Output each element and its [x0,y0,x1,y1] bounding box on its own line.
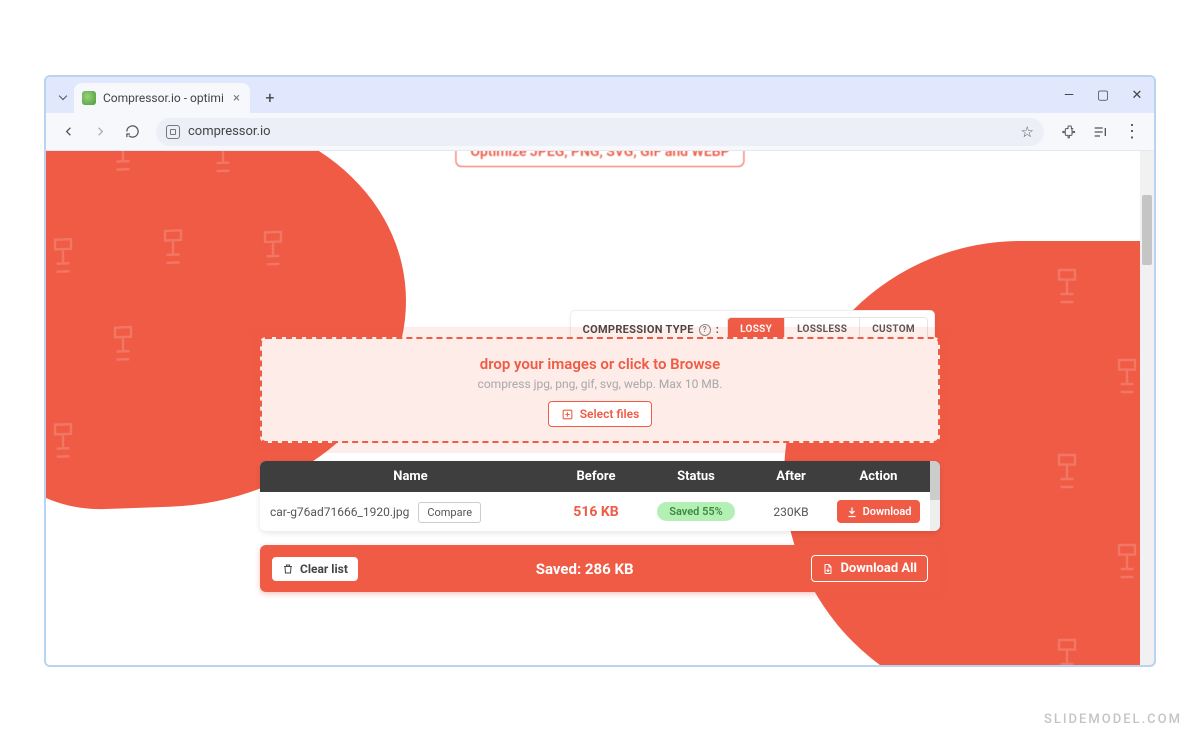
new-tab-button[interactable]: + [260,87,280,107]
th-before: Before [551,469,641,484]
file-download-icon [822,563,834,575]
bookmark-star-icon[interactable]: ☆ [1021,123,1034,141]
site-info-icon[interactable] [166,125,180,139]
dropzone-headline: drop your images or click to Browse [282,355,918,373]
window-controls: — ▢ ✕ [1052,77,1154,113]
dropzone[interactable]: drop your images or click to Browse comp… [260,337,940,443]
th-status: Status [641,469,751,484]
cell-before: 516 KB [551,504,641,520]
compression-type-label: COMPRESSION TYPE ? : [583,323,720,336]
status-badge: Saved 55% [657,502,735,521]
clear-list-button[interactable]: Clear list [272,557,358,581]
tab-title: Compressor.io - optimize and c [103,91,223,105]
minimize-icon[interactable]: — [1052,77,1086,113]
footer-bar: Clear list Saved: 286 KB Download All [260,545,940,592]
hero-subtitle: Optimize JPEG, PNG, SVG, GIF and WEBP [455,151,744,167]
select-files-button[interactable]: Select files [548,401,653,427]
results-table: Name Before Status After Action car-g76a… [260,461,940,531]
th-after: After [751,469,831,484]
main-card: drop your images or click to Browse comp… [260,337,940,592]
table-header: Name Before Status After Action [260,461,940,492]
search-tabs-chevron-icon[interactable] [59,92,67,100]
close-tab-icon[interactable]: × [233,91,240,106]
scrollbar-thumb[interactable] [1142,195,1152,265]
upload-icon [561,408,574,421]
table-scrollbar[interactable] [930,461,940,531]
url-text: compressor.io [188,124,271,139]
saved-summary: Saved: 286 KB [358,560,812,578]
maximize-icon[interactable]: ▢ [1086,77,1120,113]
cell-action: Download [831,500,926,523]
download-button[interactable]: Download [837,500,921,523]
table-row: car-g76ad71666_1920.jpg Compare 516 KB S… [260,492,940,531]
help-icon[interactable]: ? [699,324,711,336]
watermark: SLIDEMODEL.COM [1044,712,1182,727]
dropzone-subline: compress jpg, png, gif, svg, webp. Max 1… [282,377,918,391]
reload-button[interactable] [118,118,146,146]
back-button[interactable] [54,118,82,146]
trash-icon [282,563,294,575]
browser-toolbar: compressor.io ☆ ⋮ [46,113,1154,151]
page-viewport: Optimize JPEG, PNG, SVG, GIF and WEBP CO… [46,151,1154,665]
download-icon [846,506,858,518]
cell-after: 230KB [751,505,831,519]
page-scrollbar[interactable] [1140,151,1154,665]
forward-button[interactable] [86,118,114,146]
browser-window: Compressor.io - optimize and c × + — ▢ ✕… [44,75,1156,667]
favicon-icon [82,91,96,105]
cell-name: car-g76ad71666_1920.jpg Compare [270,505,551,519]
browser-title-bar: Compressor.io - optimize and c × + — ▢ ✕ [46,77,1154,113]
th-name: Name [270,469,551,484]
compare-button[interactable]: Compare [418,502,481,523]
address-bar[interactable]: compressor.io ☆ [156,118,1044,146]
th-action: Action [831,469,926,484]
download-all-button[interactable]: Download All [811,555,928,582]
browser-menu-icon[interactable]: ⋮ [1118,118,1146,146]
extensions-icon[interactable] [1054,118,1082,146]
reading-list-icon[interactable] [1086,118,1114,146]
cell-status: Saved 55% [641,502,751,521]
browser-tab[interactable]: Compressor.io - optimize and c × [74,83,250,113]
close-window-icon[interactable]: ✕ [1120,77,1154,113]
